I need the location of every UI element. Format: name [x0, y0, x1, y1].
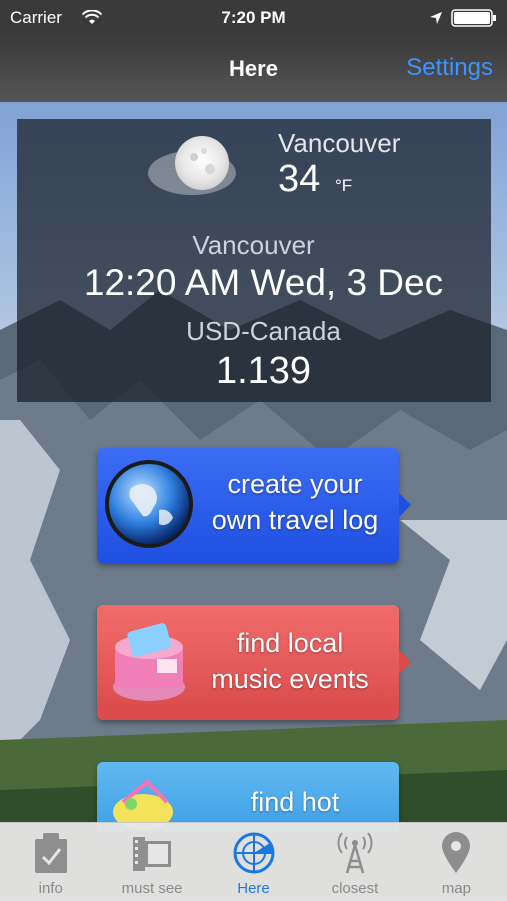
tab-closest-label: closest: [331, 880, 379, 897]
tab-info-label: info: [38, 880, 63, 897]
radar-icon: [233, 832, 275, 874]
find-hot-line1: find hot: [250, 787, 340, 817]
music-events-button[interactable]: find local music events: [97, 605, 411, 720]
ticket-box-icon: [113, 623, 185, 701]
currency-rate: 1.139: [215, 350, 312, 392]
weather-temperature: 34: [278, 158, 321, 200]
tab-bar: info must see Here closest map: [0, 822, 507, 901]
status-bar: Carrier 7:20 PM: [0, 0, 507, 36]
tab-must-see[interactable]: must see: [101, 823, 202, 901]
tab-here-label: Here: [237, 880, 270, 897]
moon-icon: [148, 136, 236, 195]
tab-map[interactable]: map: [406, 823, 507, 901]
clipboard-icon: [34, 833, 67, 873]
weather-city: Vancouver: [278, 128, 401, 158]
settings-button[interactable]: Settings: [406, 54, 493, 82]
tab-closest[interactable]: closest: [304, 823, 405, 901]
tab-must-see-label: must see: [121, 880, 183, 897]
tab-info[interactable]: info: [0, 823, 101, 901]
clock-datetime: 12:20 AM Wed, 3 Dec: [83, 262, 444, 303]
music-events-line1: find local: [236, 628, 344, 658]
currency-pair: USD-Canada: [186, 316, 341, 346]
temperature-unit: °F: [335, 176, 353, 195]
film-icon: [133, 837, 172, 871]
battery-icon: [451, 9, 496, 27]
globe-icon: [105, 460, 193, 548]
antenna-icon: [337, 832, 373, 874]
location-arrow-icon: [430, 12, 442, 24]
tab-here[interactable]: Here: [203, 823, 304, 901]
music-events-line2: music events: [211, 664, 369, 694]
navigation-bar: Here Settings: [0, 36, 507, 102]
map-pin-icon: [442, 832, 471, 873]
tab-map-label: map: [441, 880, 471, 897]
travel-log-line2: own travel log: [211, 505, 379, 535]
clock-city: Vancouver: [192, 230, 315, 260]
travel-log-line1: create your: [227, 469, 363, 499]
travel-log-button[interactable]: create your own travel log: [97, 448, 411, 563]
